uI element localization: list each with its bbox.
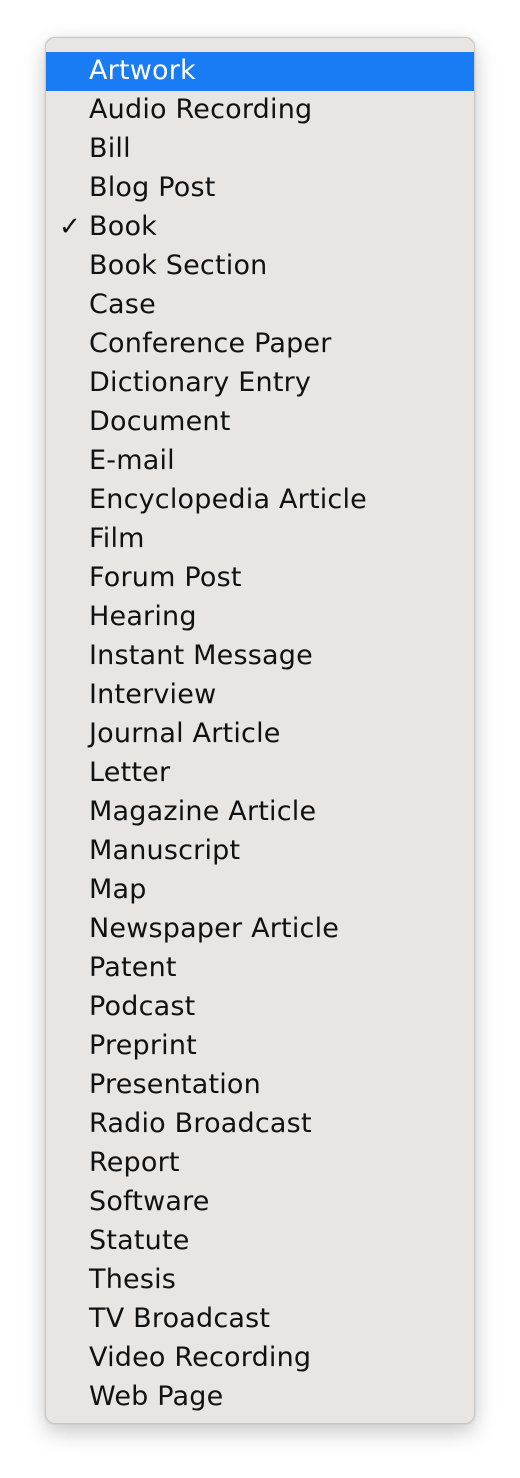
- menu-item-e-mail[interactable]: E-mail: [46, 442, 474, 481]
- menu-item-label: Document: [89, 406, 231, 437]
- menu-item-label: Thesis: [89, 1264, 177, 1295]
- menu-item-map[interactable]: Map: [46, 871, 474, 910]
- menu-item-newspaper-article[interactable]: Newspaper Article: [46, 910, 474, 949]
- menu-item-letter[interactable]: Letter: [46, 754, 474, 793]
- menu-item-preprint[interactable]: Preprint: [46, 1027, 474, 1066]
- menu-item-book[interactable]: ✓ Book: [46, 208, 474, 247]
- menu-item-label: Newspaper Article: [89, 913, 340, 944]
- menu-item-film[interactable]: Film: [46, 520, 474, 559]
- menu-item-label: Case: [89, 289, 156, 320]
- menu-item-label: Letter: [89, 757, 171, 788]
- menu-item-conference-paper[interactable]: Conference Paper: [46, 325, 474, 364]
- menu-item-label: Conference Paper: [89, 328, 332, 359]
- menu-item-label: Manuscript: [89, 835, 241, 866]
- menu-item-label: TV Broadcast: [89, 1303, 271, 1334]
- menu-item-artwork[interactable]: Artwork: [46, 52, 474, 91]
- menu-item-label: Map: [89, 874, 147, 905]
- menu-item-label: Web Page: [89, 1381, 224, 1412]
- menu-item-label: Podcast: [89, 991, 196, 1022]
- menu-item-label: Encyclopedia Article: [89, 484, 367, 515]
- menu-item-patent[interactable]: Patent: [46, 949, 474, 988]
- menu-item-label: Film: [89, 523, 145, 554]
- menu-item-document[interactable]: Document: [46, 403, 474, 442]
- menu-item-label: Presentation: [89, 1069, 261, 1100]
- menu-item-label: Blog Post: [89, 172, 216, 203]
- menu-item-blog-post[interactable]: Blog Post: [46, 169, 474, 208]
- menu-item-label: Forum Post: [89, 562, 242, 593]
- menu-item-label: Magazine Article: [89, 796, 317, 827]
- menu-item-label: Video Recording: [89, 1342, 312, 1373]
- menu-item-interview[interactable]: Interview: [46, 676, 474, 715]
- menu-item-label: Software: [89, 1186, 210, 1217]
- menu-item-label: E-mail: [89, 445, 175, 476]
- menu-item-hearing[interactable]: Hearing: [46, 598, 474, 637]
- menu-item-magazine-article[interactable]: Magazine Article: [46, 793, 474, 832]
- menu-item-presentation[interactable]: Presentation: [46, 1066, 474, 1105]
- menu-item-radio-broadcast[interactable]: Radio Broadcast: [46, 1105, 474, 1144]
- menu-item-forum-post[interactable]: Forum Post: [46, 559, 474, 598]
- menu-item-podcast[interactable]: Podcast: [46, 988, 474, 1027]
- menu-item-label: Statute: [89, 1225, 190, 1256]
- menu-item-tv-broadcast[interactable]: TV Broadcast: [46, 1300, 474, 1339]
- menu-item-label: Preprint: [89, 1030, 197, 1061]
- menu-item-statute[interactable]: Statute: [46, 1222, 474, 1261]
- menu-item-web-page[interactable]: Web Page: [46, 1378, 474, 1417]
- menu-item-dictionary-entry[interactable]: Dictionary Entry: [46, 364, 474, 403]
- menu-item-label: Patent: [89, 952, 177, 983]
- item-type-dropdown-menu: Artwork Audio Recording Bill Blog Post ✓ Book…: [45, 37, 475, 1424]
- menu-item-report[interactable]: Report: [46, 1144, 474, 1183]
- menu-item-manuscript[interactable]: Manuscript: [46, 832, 474, 871]
- menu-item-label: Book: [89, 211, 157, 242]
- menu-item-bill[interactable]: Bill: [46, 130, 474, 169]
- menu-item-label: Book Section: [89, 250, 268, 281]
- menu-item-label: Journal Article: [89, 718, 281, 749]
- menu-item-book-section[interactable]: Book Section: [46, 247, 474, 286]
- menu-item-label: Interview: [89, 679, 217, 710]
- menu-item-audio-recording[interactable]: Audio Recording: [46, 91, 474, 130]
- menu-item-label: Bill: [89, 133, 131, 164]
- menu-item-video-recording[interactable]: Video Recording: [46, 1339, 474, 1378]
- menu-item-case[interactable]: Case: [46, 286, 474, 325]
- menu-item-label: Audio Recording: [89, 94, 313, 125]
- menu-item-label: Report: [89, 1147, 180, 1178]
- menu-item-label: Dictionary Entry: [89, 367, 312, 398]
- menu-item-encyclopedia-article[interactable]: Encyclopedia Article: [46, 481, 474, 520]
- menu-item-label: Artwork: [89, 55, 196, 86]
- menu-item-label: Instant Message: [89, 640, 313, 671]
- menu-item-instant-message[interactable]: Instant Message: [46, 637, 474, 676]
- checkmark-icon: ✓: [59, 212, 81, 242]
- menu-item-thesis[interactable]: Thesis: [46, 1261, 474, 1300]
- menu-item-label: Hearing: [89, 601, 197, 632]
- menu-item-label: Radio Broadcast: [89, 1108, 312, 1139]
- menu-item-software[interactable]: Software: [46, 1183, 474, 1222]
- menu-item-journal-article[interactable]: Journal Article: [46, 715, 474, 754]
